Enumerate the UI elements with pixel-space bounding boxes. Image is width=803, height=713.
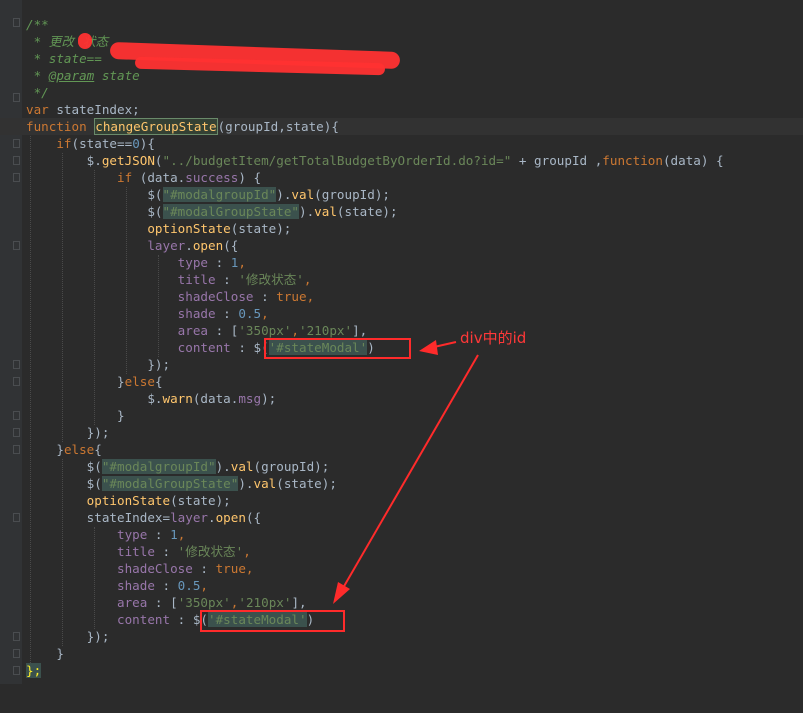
arrow-line: [433, 341, 457, 348]
arrow-head: [419, 340, 438, 355]
arrow-head: [333, 582, 350, 604]
arrow-line: [342, 354, 479, 589]
annotation-arrows: [333, 340, 479, 604]
code-editor[interactable]: /** * 更改 状态 * state== * @param state */ v…: [0, 0, 803, 684]
